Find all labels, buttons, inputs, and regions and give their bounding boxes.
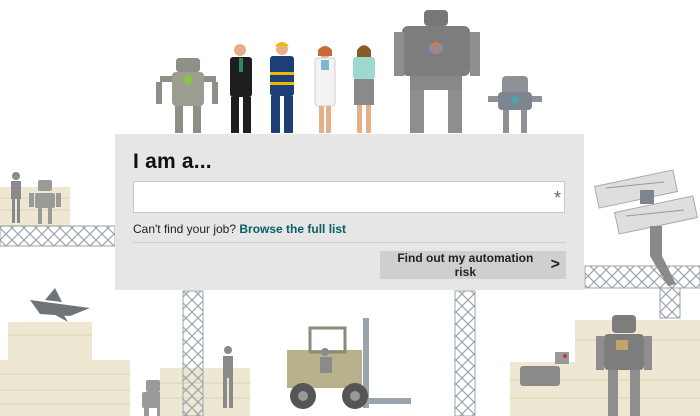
doctor-icon (314, 46, 336, 133)
right-scaffold (659, 287, 681, 319)
scaffold-right (454, 290, 476, 416)
bottom-center-crate (160, 368, 250, 416)
left-conveyor (0, 225, 116, 247)
job-search-input[interactable] (133, 181, 565, 213)
worker-icon (270, 42, 294, 133)
teacher-icon (353, 45, 375, 133)
find-automation-risk-label: Find out my automation risk (397, 251, 534, 279)
divider (133, 242, 566, 243)
help-text: Can't find your job? (133, 222, 237, 236)
find-automation-risk-button[interactable]: Find out my automation risk > (380, 251, 566, 279)
chevron-right-icon: > (550, 256, 560, 273)
small-robot-icon (488, 76, 542, 133)
help-line: Can't find your job? Browse the full lis… (133, 222, 346, 236)
required-marker: * (554, 188, 562, 208)
browse-full-list-link[interactable]: Browse the full list (239, 222, 346, 236)
fighter-jet-icon (30, 288, 90, 322)
large-robot-icon (394, 10, 480, 133)
right-conveyor (584, 265, 700, 289)
bottom-left-crates (0, 322, 130, 416)
scaffold-left (182, 290, 204, 416)
businessman-icon (230, 44, 252, 133)
robot-icon (156, 58, 218, 133)
job-search-panel: I am a... * Can't find your job? Browse … (115, 134, 584, 290)
forklift-icon (287, 318, 411, 409)
page-title: I am a... (133, 150, 212, 173)
